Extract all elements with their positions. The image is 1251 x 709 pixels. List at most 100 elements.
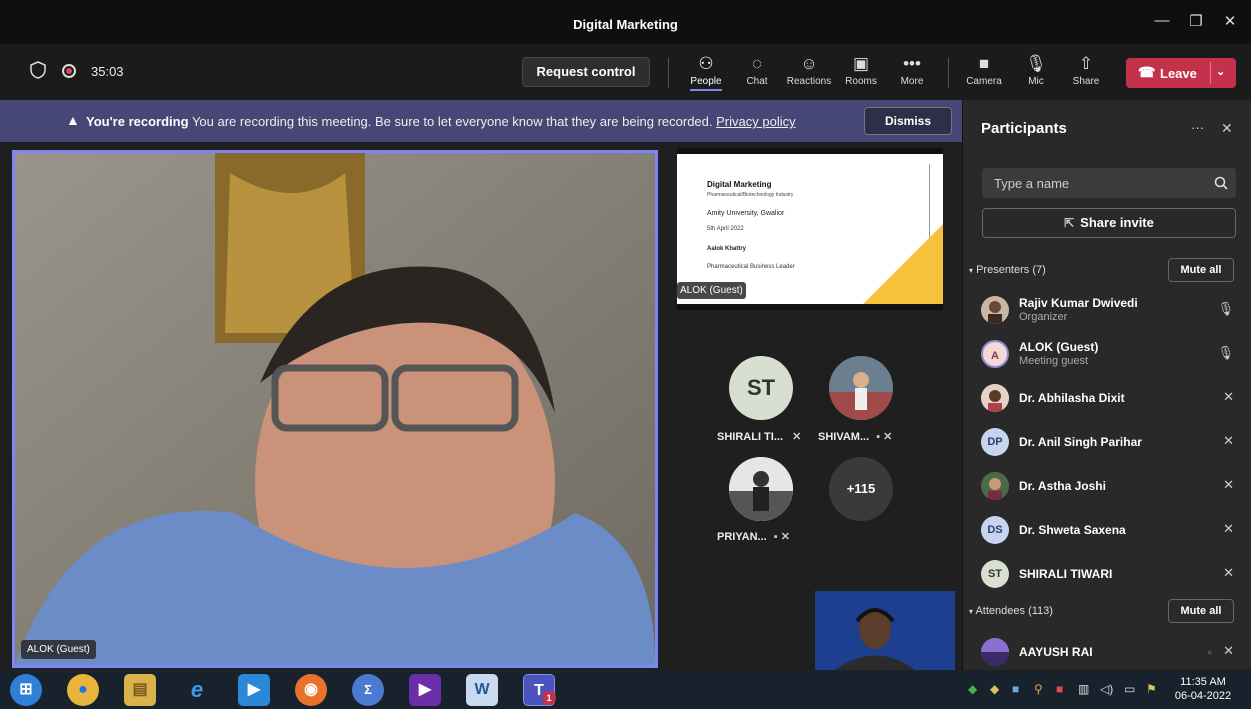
attendees-label: Attendees (113): [975, 605, 1053, 617]
participant-row[interactable]: Dr. Astha Joshi ✕: [963, 464, 1251, 508]
participant-avatar[interactable]: [729, 457, 793, 521]
maximize-button[interactable]: ❐: [1182, 12, 1210, 30]
participant-row[interactable]: Rajiv Kumar Dwivedi Organizer 🎙: [963, 288, 1251, 332]
privacy-policy-link[interactable]: Privacy policy: [716, 114, 795, 129]
chrome-icon: ●: [78, 681, 88, 698]
mic-off-icon: ✕: [1223, 565, 1234, 580]
self-view-video[interactable]: [815, 591, 955, 670]
participant-tile-label: SHIVAM... ▪ ✕: [818, 430, 892, 443]
mic-icon: 🎙: [1025, 54, 1047, 73]
reactions-icon: ☺: [800, 54, 818, 73]
meeting-timer: 35:03: [91, 64, 124, 79]
shield-icon: [30, 61, 46, 84]
more-button[interactable]: ••• More: [889, 52, 935, 87]
chrome-app[interactable]: ●: [67, 674, 99, 706]
mic-off-icon: ✕: [1223, 521, 1234, 536]
tray-icon[interactable]: ■: [1012, 682, 1019, 696]
divider: [948, 58, 949, 88]
close-pane-button[interactable]: ✕: [1221, 120, 1233, 137]
participant-row[interactable]: Dr. Abhilasha Dixit ✕: [963, 376, 1251, 420]
clock[interactable]: 11:35 AM 06-04-2022: [1172, 675, 1234, 703]
more-icon: •••: [903, 54, 921, 73]
recording-label: You're recording: [86, 114, 189, 129]
search-placeholder: Type a name: [994, 176, 1070, 191]
start-button[interactable]: ⊞: [10, 674, 42, 706]
reactions-button[interactable]: ☺ Reactions: [786, 52, 832, 87]
more-label: More: [900, 76, 924, 87]
participant-row[interactable]: DP Dr. Anil Singh Parihar ✕: [963, 420, 1251, 464]
participant-name-tag: ALOK (Guest): [677, 282, 746, 299]
close-window-button[interactable]: ✕: [1216, 12, 1244, 30]
mic-label: Mic: [1028, 76, 1044, 87]
title-bar: Digital Marketing — ❐ ✕: [0, 0, 1251, 44]
message-icon[interactable]: ▭: [1124, 682, 1135, 696]
windows-taskbar: ⊞ ● ▤ e ▶ ◉ Σ ▶ W T 1 ◆ ◆ ■ ⚲ ■ ▥ ◁) ▭ ⚑…: [0, 670, 1251, 709]
firefox-app[interactable]: ◉: [295, 674, 327, 706]
participants-pane: Participants ··· ✕ Type a name ⇱ Share in…: [962, 100, 1251, 670]
more-options-icon[interactable]: ···: [1191, 120, 1204, 135]
media-player-app[interactable]: ▶: [238, 674, 270, 706]
participant-row[interactable]: ST SHIRALI TIWARI ✕: [963, 552, 1251, 596]
participant-search-input[interactable]: Type a name: [982, 168, 1236, 198]
participant-tile-label: SHIRALI TI... ✕: [717, 430, 801, 443]
minimize-button[interactable]: —: [1148, 12, 1176, 29]
rooms-button[interactable]: ▣ Rooms: [838, 52, 884, 87]
participant-name: SHIRALI TIWARI: [1019, 567, 1113, 581]
dismiss-button[interactable]: Dismiss: [864, 107, 952, 135]
calculator-app[interactable]: Σ: [352, 674, 384, 706]
shared-content[interactable]: Digital Marketing Pharmaceutical/Biotech…: [677, 148, 943, 310]
share-invite-label: Share invite: [1080, 215, 1154, 230]
visual-studio-app[interactable]: ▶: [409, 674, 441, 706]
leave-button[interactable]: ☎ Leave ⌄: [1126, 58, 1236, 88]
slide-line: Amity University, Gwalior: [707, 210, 785, 217]
internet-explorer-app[interactable]: e: [181, 674, 213, 706]
mute-all-button[interactable]: Mute all: [1168, 599, 1234, 623]
participant-avatar[interactable]: [829, 356, 893, 420]
chat-button[interactable]: ◌ Chat: [734, 52, 780, 87]
word-app[interactable]: W: [466, 674, 498, 706]
pane-title: Participants: [981, 120, 1067, 137]
request-control-button[interactable]: Request control: [522, 57, 650, 87]
firefox-icon: ◉: [304, 681, 318, 698]
volume-icon[interactable]: ◁): [1100, 682, 1113, 696]
teams-app[interactable]: T 1: [523, 674, 556, 706]
search-icon[interactable]: ⚲: [1034, 682, 1043, 696]
rooms-label: Rooms: [845, 76, 877, 87]
presenters-section-header[interactable]: ▾ Presenters (7): [969, 264, 1046, 276]
tray-icon[interactable]: ◆: [990, 682, 999, 696]
phone-hangup-icon: ☎: [1138, 64, 1156, 80]
participant-name: SHIRALI TI...: [717, 431, 783, 443]
attendees-section-header[interactable]: ▾ Attendees (113): [969, 605, 1053, 617]
participant-row[interactable]: AAYUSH RAI ▫ ✕: [963, 630, 1251, 674]
slide-line: Pharmaceutical Business Leader: [707, 264, 795, 270]
flag-icon[interactable]: ⚑: [1146, 682, 1157, 696]
camera-button[interactable]: ■ Camera: [961, 52, 1007, 87]
more-participants-button[interactable]: +115: [829, 457, 893, 521]
share-invite-button[interactable]: ⇱ Share invite: [982, 208, 1236, 238]
chevron-down-icon[interactable]: ⌄: [1216, 65, 1225, 78]
participant-name: Dr. Abhilasha Dixit: [1019, 391, 1125, 405]
tray-icon[interactable]: ◆: [968, 682, 977, 696]
participant-name: Dr. Astha Joshi: [1019, 479, 1106, 493]
participant-avatar[interactable]: ST: [729, 356, 793, 420]
participant-name-tag: ALOK (Guest): [21, 640, 96, 659]
chat-label: Chat: [746, 76, 768, 87]
mic-off-icon: ✕: [1223, 389, 1234, 404]
play-icon: ▶: [247, 681, 261, 698]
mute-all-button[interactable]: Mute all: [1168, 258, 1234, 282]
participant-name: ALOK (Guest): [1019, 340, 1099, 354]
speaker-video-frame: [15, 153, 655, 665]
participant-row[interactable]: A ALOK (Guest) Meeting guest 🎙: [963, 332, 1251, 376]
main-video[interactable]: ALOK (Guest): [12, 150, 658, 668]
network-icon[interactable]: ▥: [1078, 682, 1089, 696]
avatar: [981, 296, 1009, 324]
people-button[interactable]: ⚇ People: [683, 52, 729, 91]
participant-name: Rajiv Kumar Dwivedi: [1019, 296, 1138, 310]
slide-subtitle: Pharmaceutical/Biotechnology Industry: [707, 192, 794, 198]
share-button[interactable]: ⇧ Share: [1063, 52, 1109, 87]
tray-icon[interactable]: ■: [1056, 682, 1063, 696]
slide-triangle-decoration: [863, 224, 943, 304]
file-explorer-app[interactable]: ▤: [124, 674, 156, 706]
mic-button[interactable]: 🎙 Mic: [1013, 52, 1059, 87]
participant-row[interactable]: DS Dr. Shweta Saxena ✕: [963, 508, 1251, 552]
